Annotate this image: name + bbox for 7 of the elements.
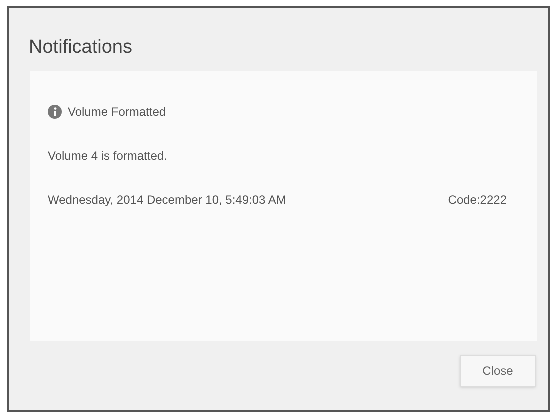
notification-heading: Volume Formatted: [68, 104, 166, 121]
close-button[interactable]: Close: [460, 355, 536, 387]
notification-message: Volume 4 is formatted.: [48, 148, 168, 165]
notification-timestamp: Wednesday, 2014 December 10, 5:49:03 AM: [48, 192, 286, 209]
notification-code: Code:2222: [448, 192, 507, 209]
info-icon: [48, 105, 62, 119]
dialog-title: Notifications: [29, 38, 134, 57]
